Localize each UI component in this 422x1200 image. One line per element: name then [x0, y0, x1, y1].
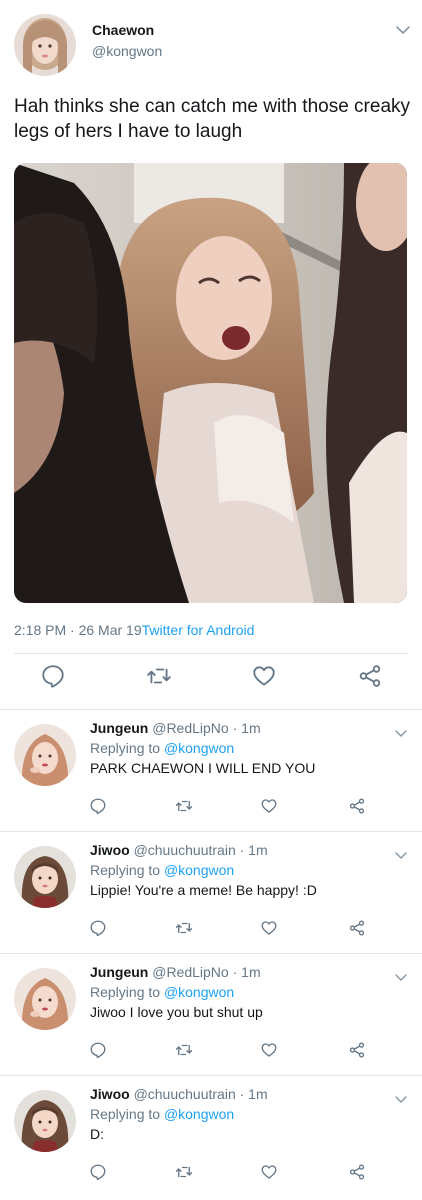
reply-header: Jiwoo @chuuchuutrain · 1m [90, 842, 268, 858]
reply-author-name[interactable]: Jiwoo [90, 1086, 130, 1102]
heart-icon[interactable] [259, 918, 279, 938]
heart-icon[interactable] [259, 796, 279, 816]
retweet-icon[interactable] [145, 662, 173, 690]
retweet-icon[interactable] [174, 918, 194, 938]
tweet-text: Hah thinks she can catch me with those c… [14, 96, 411, 142]
reply-header: Jungeun @RedLipNo · 1m [90, 720, 261, 736]
reply-age: · 1m [239, 842, 268, 858]
heart-icon[interactable] [259, 1040, 279, 1060]
avatar[interactable] [14, 724, 76, 786]
reply-tweet[interactable]: Jiwoo @chuuchuutrain · 1m Replying to @k… [0, 831, 422, 953]
reply-icon[interactable] [88, 796, 108, 816]
author-name[interactable]: Chaewon [92, 22, 154, 38]
replying-prefix: Replying to [90, 740, 164, 756]
chevron-down-icon[interactable] [394, 850, 408, 862]
reply-icon[interactable] [39, 662, 67, 690]
reply-icon[interactable] [88, 918, 108, 938]
reply-text: Jiwoo I love you but shut up [90, 1004, 263, 1020]
mention-link[interactable]: @kongwon [164, 1106, 234, 1122]
replying-prefix: Replying to [90, 1106, 164, 1122]
retweet-icon[interactable] [174, 796, 194, 816]
share-icon[interactable] [347, 796, 367, 816]
reply-actions [0, 1040, 422, 1064]
reply-tweet[interactable]: Jungeun @RedLipNo · 1m Replying to @kong… [0, 709, 422, 831]
replying-prefix: Replying to [90, 984, 164, 1000]
replying-prefix: Replying to [90, 862, 164, 878]
reply-text: D: [90, 1126, 104, 1142]
reply-author-handle[interactable]: @RedLipNo [152, 964, 228, 980]
heart-icon[interactable] [250, 662, 278, 690]
reply-actions [0, 1162, 422, 1186]
reply-author-name[interactable]: Jungeun [90, 964, 148, 980]
reply-author-handle[interactable]: @chuuchuutrain [134, 842, 236, 858]
heart-icon[interactable] [259, 1162, 279, 1182]
share-icon[interactable] [356, 662, 384, 690]
reply-author-handle[interactable]: @RedLipNo [152, 720, 228, 736]
replying-to: Replying to @kongwon [90, 1106, 234, 1122]
avatar[interactable] [14, 846, 76, 908]
avatar[interactable] [14, 14, 76, 76]
tweet-source[interactable]: Twitter for Android [142, 622, 255, 638]
reply-tweet[interactable]: Jiwoo @chuuchuutrain · 1m Replying to @k… [0, 1075, 422, 1197]
share-icon[interactable] [347, 1162, 367, 1182]
reply-actions [0, 918, 422, 942]
chevron-down-icon[interactable] [394, 728, 408, 740]
reply-author-name[interactable]: Jiwoo [90, 842, 130, 858]
chevron-down-icon[interactable] [394, 972, 408, 984]
avatar[interactable] [14, 968, 76, 1030]
reply-author-handle[interactable]: @chuuchuutrain [134, 1086, 236, 1102]
tweet-meta: 2:18 PM · 26 Mar 19Twitter for Android [14, 622, 254, 638]
reply-icon[interactable] [88, 1162, 108, 1182]
replying-to: Replying to @kongwon [90, 862, 234, 878]
author-handle[interactable]: @kongwon [92, 43, 162, 59]
reply-header: Jiwoo @chuuchuutrain · 1m [90, 1086, 268, 1102]
chevron-down-icon[interactable] [395, 23, 411, 37]
mention-link[interactable]: @kongwon [164, 740, 234, 756]
reply-tweet[interactable]: Jungeun @RedLipNo · 1m Replying to @kong… [0, 953, 422, 1075]
replying-to: Replying to @kongwon [90, 984, 234, 1000]
share-icon[interactable] [347, 918, 367, 938]
tweet-actions [0, 662, 422, 702]
reply-icon[interactable] [88, 1040, 108, 1060]
chevron-down-icon[interactable] [394, 1094, 408, 1106]
reply-text: PARK CHAEWON I WILL END YOU [90, 760, 316, 776]
reply-age: · 1m [239, 1086, 268, 1102]
mention-link[interactable]: @kongwon [164, 984, 234, 1000]
reply-actions [0, 796, 422, 820]
share-icon[interactable] [347, 1040, 367, 1060]
reply-text: Lippie! You're a meme! Be happy! :D [90, 882, 317, 898]
main-tweet: Chaewon @kongwon Hah thinks she can catc… [0, 0, 422, 710]
reply-age: · 1m [232, 720, 261, 736]
mention-link[interactable]: @kongwon [164, 862, 234, 878]
tweet-timestamp[interactable]: 2:18 PM · 26 Mar 19 [14, 622, 142, 638]
reply-author-name[interactable]: Jungeun [90, 720, 148, 736]
replying-to: Replying to @kongwon [90, 740, 234, 756]
tweet-photo[interactable] [14, 163, 407, 603]
divider [14, 653, 408, 654]
avatar[interactable] [14, 1090, 76, 1152]
reply-age: · 1m [232, 964, 261, 980]
reply-header: Jungeun @RedLipNo · 1m [90, 964, 261, 980]
retweet-icon[interactable] [174, 1162, 194, 1182]
retweet-icon[interactable] [174, 1040, 194, 1060]
